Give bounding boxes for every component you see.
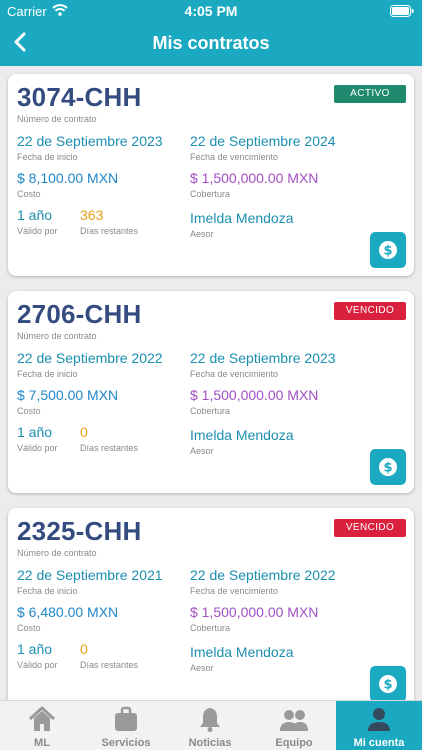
contract-number: 2325-CHH [17,516,142,546]
valid-for-value: 1 año [17,424,53,440]
cost-label: Costo [17,623,41,633]
svg-text:$: $ [383,244,392,259]
cost-value: $ 6,480.00 MXN [17,604,119,620]
tab-label: Servicios [101,737,151,749]
contract-number: 2706-CHH [17,299,142,329]
tab-label: Equipo [275,737,313,749]
start-date: 22 de Septiembre 2023 [17,133,163,149]
pay-button[interactable]: $ [370,666,406,700]
end-date-label: Fecha de vencimiento [190,369,279,379]
valid-for-label: Válido por [17,226,58,236]
pay-button[interactable]: $ [370,232,406,268]
cost-value: $ 8,100.00 MXN [17,170,119,186]
cost-label: Costo [17,406,41,416]
briefcase-icon [115,706,137,731]
advisor-label: Aesor [190,446,214,456]
tab-label: ML [34,737,50,749]
cost-label: Costo [17,189,41,199]
end-date-label: Fecha de vencimiento [190,152,279,162]
end-date: 22 de Septiembre 2024 [190,133,336,149]
coverage-value: $ 1,500,000.00 MXN [190,170,319,186]
tab-mi-cuenta[interactable]: Mi cuenta [336,701,422,750]
tab-bar: ML Servicios Noticias Equipo Mi cuenta [0,700,422,750]
battery-icon [390,5,414,20]
svg-text:$: $ [383,678,392,693]
dollar-icon: $ [379,458,397,476]
contract-number-label: Número de contrato [17,331,97,341]
coverage-label: Cobertura [190,623,231,633]
contracts-list[interactable]: 3074-CHH ACTIVO Número de contrato 22 de… [0,66,422,700]
advisor-name: Imelda Mendoza [190,210,294,226]
advisor-name: Imelda Mendoza [190,644,294,660]
coverage-value: $ 1,500,000.00 MXN [190,387,319,403]
days-left-label: Días restantes [80,226,139,236]
tab-label: Noticias [188,737,232,749]
contract-card: 2325-CHH VENCIDO Número de contrato 22 d… [8,508,414,700]
end-date-label: Fecha de vencimiento [190,586,279,596]
contract-card: 2706-CHH VENCIDO Número de contrato 22 d… [8,291,414,493]
contract-card: 3074-CHH ACTIVO Número de contrato 22 de… [8,74,414,276]
start-date-label: Fecha de inicio [17,152,78,162]
end-date: 22 de Septiembre 2023 [190,350,336,366]
bell-icon [200,708,220,732]
valid-for-value: 1 año [17,641,53,657]
start-date-label: Fecha de inicio [17,586,78,596]
coverage-label: Cobertura [190,189,231,199]
coverage-value: $ 1,500,000.00 MXN [190,604,319,620]
tab-noticias[interactable]: Noticias [168,701,252,750]
tab-ml[interactable]: ML [0,701,84,750]
status-badge: VENCIDO [334,302,406,320]
days-left-value: 363 [80,207,104,223]
home-icon [28,706,56,731]
tab-servicios[interactable]: Servicios [84,701,168,750]
status-time: 4:05 PM [184,3,238,19]
valid-for-value: 1 año [17,207,53,223]
tab-equipo[interactable]: Equipo [252,701,336,750]
start-date: 22 de Septiembre 2021 [17,567,163,583]
page-title: Mis contratos [152,33,270,53]
top-bar: Carrier 4:05 PM Mis contratos [0,0,422,66]
advisor-label: Aesor [190,663,214,673]
dollar-icon: $ [379,675,397,693]
person-icon [368,708,390,731]
contract-number-label: Número de contrato [17,548,97,558]
cost-value: $ 7,500.00 MXN [17,387,119,403]
days-left-value: 0 [80,424,88,440]
advisor-label: Aesor [190,229,214,239]
team-icon [280,710,308,731]
days-left-value: 0 [80,641,88,657]
start-date: 22 de Septiembre 2022 [17,350,163,366]
days-left-label: Días restantes [80,660,139,670]
days-left-label: Días restantes [80,443,139,453]
status-badge: VENCIDO [334,519,406,537]
coverage-label: Cobertura [190,406,231,416]
end-date: 22 de Septiembre 2022 [190,567,336,583]
contract-number-label: Número de contrato [17,114,97,124]
dollar-icon: $ [379,241,397,259]
valid-for-label: Válido por [17,660,58,670]
status-badge: ACTIVO [334,85,406,103]
contract-number: 3074-CHH [17,82,142,112]
advisor-name: Imelda Mendoza [190,427,294,443]
valid-for-label: Válido por [17,443,58,453]
status-bar: Carrier 4:05 PM [0,0,422,22]
start-date-label: Fecha de inicio [17,369,78,379]
svg-text:$: $ [383,461,392,476]
tab-label: Mi cuenta [353,737,405,749]
pay-button[interactable]: $ [370,449,406,485]
